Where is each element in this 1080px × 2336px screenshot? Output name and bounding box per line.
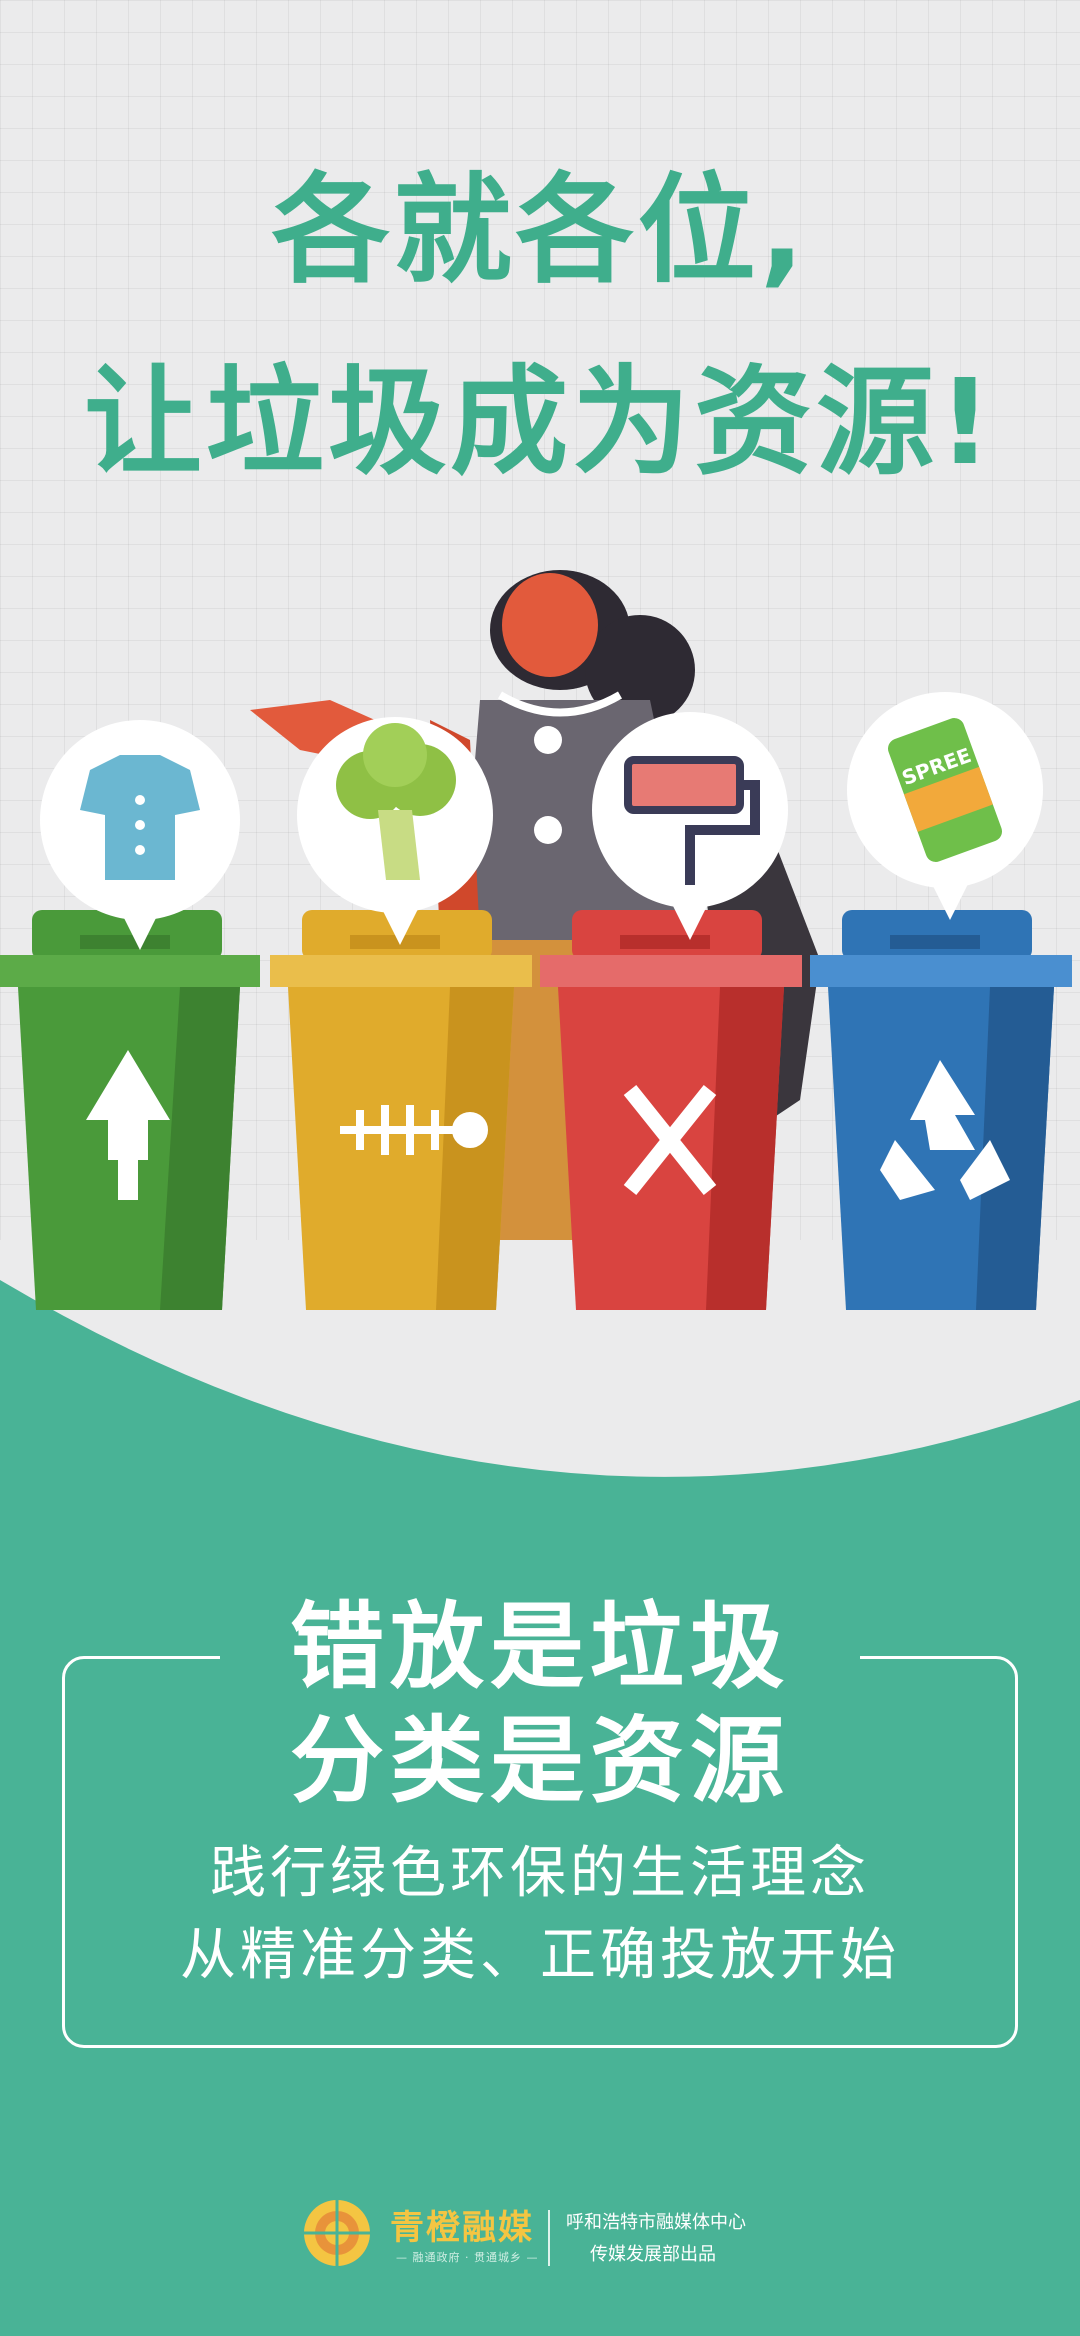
producer-credit: 传媒发展部出品 bbox=[590, 2244, 716, 2265]
illustration: SPREE bbox=[0, 570, 1072, 1310]
subtitle-line-2: 从精准分类、正确投放开始 bbox=[180, 1923, 900, 1988]
subtitle-line-1: 践行绿色环保的生活理念 bbox=[210, 1841, 870, 1906]
slogan-line-1: 错放是垃圾 bbox=[289, 1593, 790, 1702]
footer-divider bbox=[548, 2210, 550, 2266]
soda-can-bubble: SPREE bbox=[847, 692, 1043, 920]
organization-name: 呼和浩特市融媒体中心 bbox=[566, 2212, 746, 2233]
headline-line-1: 各就各位, bbox=[271, 161, 809, 299]
brand-tagline: — 融通政府 · 贯通城乡 — bbox=[396, 2251, 539, 2264]
headline-line-2: 让垃圾成为资源! bbox=[84, 353, 996, 491]
brand-name: 青橙融媒 bbox=[390, 2208, 534, 2248]
brand-logo-icon bbox=[304, 2200, 370, 2266]
yellow-bin bbox=[270, 910, 532, 1310]
red-bin bbox=[540, 910, 802, 1310]
slogan-line-2: 分类是资源 bbox=[289, 1707, 790, 1816]
